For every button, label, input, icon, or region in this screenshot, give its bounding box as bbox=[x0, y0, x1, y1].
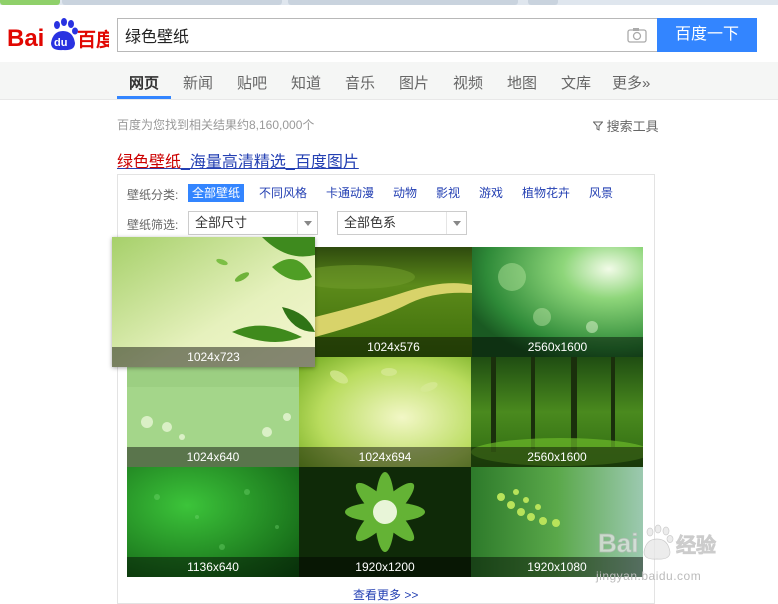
baidu-logo[interactable]: Bai du 百度 bbox=[7, 15, 116, 53]
nav-item-news[interactable]: 新闻 bbox=[183, 72, 213, 93]
result-stats: 百度为您找到相关结果约8,160,000个 bbox=[117, 118, 315, 132]
image-size-label: 1024x576 bbox=[315, 337, 472, 357]
nav-item-map[interactable]: 地图 bbox=[507, 72, 537, 93]
nav-item-tieba[interactable]: 贴吧 bbox=[237, 72, 267, 93]
paw-icon: du bbox=[51, 18, 78, 51]
color-select-value: 全部色系 bbox=[344, 215, 397, 230]
search-tools-label: 搜索工具 bbox=[606, 119, 659, 134]
watermark-brand-cn: 经验 bbox=[676, 533, 716, 557]
image-size-label: 1024x640 bbox=[127, 447, 299, 467]
image-size-label: 1920x1200 bbox=[299, 557, 471, 577]
nav-item-music[interactable]: 音乐 bbox=[345, 72, 375, 93]
category-film[interactable]: 影视 bbox=[436, 184, 460, 202]
camera-icon[interactable] bbox=[627, 27, 647, 43]
image-size-label: 2560x1600 bbox=[472, 337, 643, 357]
search-box bbox=[117, 18, 657, 52]
logo-du: du bbox=[54, 37, 67, 49]
result-title-text: _海量高清精选_百度图片 bbox=[181, 154, 359, 171]
category-plants[interactable]: 植物花卉 bbox=[522, 184, 570, 202]
wallpaper-thumb[interactable]: 1024x694 bbox=[299, 357, 471, 467]
logo-cn: 百度 bbox=[77, 28, 109, 51]
wallpaper-thumb[interactable]: 2560x1600 bbox=[472, 247, 643, 357]
funnel-icon bbox=[592, 119, 607, 134]
watermark-url: jingyan.baidu.com bbox=[596, 569, 702, 583]
nav-item-zhidao[interactable]: 知道 bbox=[291, 72, 321, 93]
image-size-label: 1024x723 bbox=[112, 347, 315, 367]
category-scenery[interactable]: 风景 bbox=[589, 184, 613, 202]
wallpaper-thumb-hovered[interactable]: 1024x723 bbox=[112, 237, 315, 367]
wallpaper-thumb[interactable]: 1920x1200 bbox=[299, 467, 471, 577]
header: Bai du 百度 百度一下 bbox=[0, 5, 778, 62]
category-styles[interactable]: 不同风格 bbox=[259, 184, 307, 202]
size-select[interactable]: 全部尺寸 bbox=[188, 211, 318, 235]
search-nav: 网页 新闻 贴吧 知道 音乐 图片 视频 地图 文库 更多» bbox=[0, 62, 778, 100]
logo-bai: Bai bbox=[7, 25, 44, 52]
chevron-down-icon bbox=[446, 212, 466, 234]
size-select-value: 全部尺寸 bbox=[195, 215, 248, 230]
category-cartoon[interactable]: 卡通动漫 bbox=[326, 184, 374, 202]
category-label: 壁纸分类: bbox=[127, 188, 179, 202]
image-size-label: 1024x694 bbox=[299, 447, 471, 467]
wallpaper-thumb[interactable]: 1136x640 bbox=[127, 467, 299, 577]
wallpaper-thumb[interactable]: 1024x640 bbox=[127, 357, 299, 467]
nav-item-images[interactable]: 图片 bbox=[399, 72, 429, 93]
color-select[interactable]: 全部色系 bbox=[337, 211, 467, 235]
category-animals[interactable]: 动物 bbox=[393, 184, 417, 202]
category-games[interactable]: 游戏 bbox=[479, 184, 503, 202]
wallpaper-thumb[interactable]: 1024x576 bbox=[315, 247, 472, 357]
nav-item-web[interactable]: 网页 bbox=[129, 72, 159, 93]
filter-label: 壁纸筛选: bbox=[127, 218, 179, 232]
search-button[interactable]: 百度一下 bbox=[657, 18, 757, 52]
nav-active-indicator bbox=[117, 96, 171, 99]
search-tools-button[interactable]: 搜索工具 bbox=[592, 116, 659, 135]
search-input[interactable] bbox=[125, 19, 605, 51]
wallpaper-thumb[interactable]: 2560x1600 bbox=[471, 357, 643, 467]
nav-item-more[interactable]: 更多» bbox=[612, 72, 650, 93]
image-size-label: 2560x1600 bbox=[471, 447, 643, 467]
result-title-link[interactable]: 绿色壁纸_海量高清精选_百度图片 bbox=[117, 148, 359, 172]
nav-item-wenku[interactable]: 文库 bbox=[561, 72, 591, 93]
image-size-label: 1136x640 bbox=[127, 557, 299, 577]
see-more-link[interactable]: 查看更多 >> bbox=[353, 586, 418, 603]
paw-icon bbox=[643, 524, 674, 560]
result-title-highlight: 绿色壁纸 bbox=[117, 154, 182, 171]
category-all[interactable]: 全部壁纸 bbox=[188, 184, 245, 202]
nav-item-video[interactable]: 视频 bbox=[453, 72, 483, 93]
watermark-brand: Bai bbox=[598, 528, 638, 558]
chevron-down-icon bbox=[297, 212, 317, 234]
